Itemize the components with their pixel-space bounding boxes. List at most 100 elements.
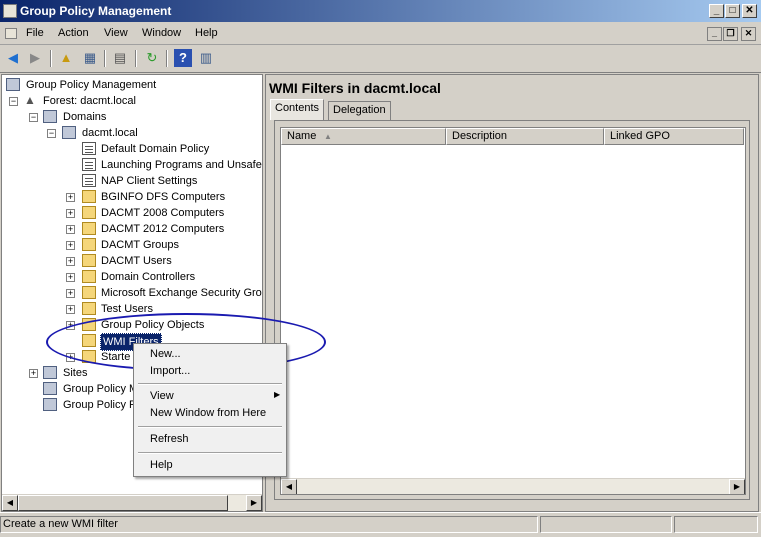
- tree-item-label: Sites: [63, 367, 88, 379]
- scroll-right-icon[interactable]: ▶: [246, 495, 262, 511]
- back-arrow-icon[interactable]: ◀: [4, 49, 22, 67]
- collapse-domains-icon[interactable]: −: [29, 113, 38, 122]
- expand-ou-icon[interactable]: +: [66, 225, 75, 234]
- tree-item-label: Forest: dacmt.local: [43, 95, 136, 107]
- scroll-right-icon[interactable]: ▶: [729, 479, 745, 494]
- column-header-linked-gpo[interactable]: Linked GPO: [604, 128, 744, 145]
- ou-folder-icon: [82, 238, 96, 251]
- collapse-forest-icon[interactable]: −: [9, 97, 18, 106]
- ou-folder-icon: [82, 286, 96, 299]
- menu-bar: File Action View Window Help _ ❐ ✕: [0, 23, 761, 45]
- tree-item-label: Default Domain Policy: [101, 143, 210, 155]
- help-icon[interactable]: ?: [174, 49, 192, 67]
- sort-ascending-icon: ▲: [324, 132, 332, 141]
- expand-ou-icon[interactable]: +: [66, 273, 75, 282]
- gpo-link-icon: [82, 142, 96, 155]
- tree-item-label: Test Users: [101, 303, 153, 315]
- tree-item-label: Group Policy M: [63, 383, 139, 395]
- scroll-left-icon[interactable]: ◀: [281, 479, 297, 494]
- menu-separator: [138, 452, 282, 454]
- menu-file[interactable]: File: [26, 27, 44, 39]
- expand-starter-icon[interactable]: +: [66, 353, 75, 362]
- ou-folder-icon: [82, 190, 96, 203]
- list-horizontal-scrollbar[interactable]: ◀ ▶: [281, 478, 745, 494]
- child-restore-button[interactable]: ❐: [723, 27, 738, 41]
- maximize-button[interactable]: □: [725, 4, 740, 18]
- expand-gpo-objects-icon[interactable]: +: [66, 321, 75, 330]
- forest-icon: ▲: [24, 93, 36, 107]
- menu-item-help[interactable]: Help: [150, 459, 173, 471]
- tree-item-label: Domains: [63, 111, 107, 123]
- menu-item-new-window[interactable]: New Window from Here: [150, 407, 266, 419]
- menu-separator: [138, 426, 282, 428]
- wmi-filters-icon: [82, 334, 96, 347]
- context-menu: New... Import... View ▶ New Window from …: [133, 343, 287, 477]
- gpo-container-icon: [82, 318, 96, 331]
- tree-item-label: DACMT 2012 Computers: [101, 223, 225, 235]
- tree-item-label: Group Policy R: [63, 399, 137, 411]
- tree-item-label: Starte: [101, 351, 131, 363]
- expand-ou-icon[interactable]: +: [66, 289, 75, 298]
- tree-item-label: Group Policy Objects: [101, 319, 205, 331]
- up-folder-icon[interactable]: ▲: [57, 49, 75, 67]
- window-title: Group Policy Management: [20, 4, 172, 18]
- tab-contents[interactable]: Contents: [270, 99, 325, 120]
- toolbar-separator: [104, 50, 106, 67]
- toolbar-separator: [50, 50, 52, 67]
- menu-item-view[interactable]: View: [150, 390, 174, 402]
- column-header-description[interactable]: Description: [446, 128, 604, 145]
- wmi-filter-list[interactable]: Name ▲ Description Linked GPO ◀ ▶: [280, 127, 746, 495]
- close-button[interactable]: ✕: [742, 4, 757, 18]
- expand-ou-icon[interactable]: +: [66, 209, 75, 218]
- collapse-domain-icon[interactable]: −: [47, 129, 56, 138]
- ou-folder-icon: [82, 270, 96, 283]
- ou-folder-icon: [82, 302, 96, 315]
- expand-ou-icon[interactable]: +: [66, 305, 75, 314]
- menu-view[interactable]: View: [104, 27, 128, 39]
- menu-item-import[interactable]: Import...: [150, 365, 190, 377]
- details-pane: WMI Filters in dacmt.local Contents Dele…: [265, 74, 759, 512]
- forward-arrow-icon[interactable]: ▶: [26, 49, 44, 67]
- tree-item-label: DACMT Users: [101, 255, 172, 267]
- toolbar: ◀ ▶ ▲ ▦ ▤ ↻ ? ▥: [0, 45, 761, 73]
- results-icon: [43, 398, 57, 411]
- tree-item-label: Launching Programs and Unsafe: [101, 159, 262, 171]
- expand-ou-icon[interactable]: +: [66, 241, 75, 250]
- menu-help[interactable]: Help: [195, 27, 218, 39]
- menu-item-new[interactable]: New...: [150, 348, 181, 360]
- tab-delegation[interactable]: Delegation: [328, 101, 391, 120]
- submenu-arrow-icon: ▶: [274, 390, 281, 399]
- tree-horizontal-scrollbar[interactable]: ◀ ▶: [2, 494, 262, 511]
- starter-gpo-icon: [82, 350, 96, 363]
- status-bar: Create a new WMI filter: [0, 512, 761, 537]
- properties-icon[interactable]: ▤: [111, 49, 129, 67]
- menu-action[interactable]: Action: [58, 27, 89, 39]
- refresh-icon[interactable]: ↻: [143, 49, 161, 67]
- expand-ou-icon[interactable]: +: [66, 257, 75, 266]
- child-close-button[interactable]: ✕: [741, 27, 756, 41]
- show-hide-tree-icon[interactable]: ▦: [81, 49, 99, 67]
- gpo-link-icon: [82, 158, 96, 171]
- app-icon: [3, 4, 17, 18]
- menu-window[interactable]: Window: [142, 27, 181, 39]
- tree-item-label: Microsoft Exchange Security Grou: [101, 287, 263, 299]
- status-panel: [540, 516, 672, 533]
- expand-sites-icon[interactable]: +: [29, 369, 38, 378]
- minimize-button[interactable]: _: [709, 4, 724, 18]
- scroll-left-icon[interactable]: ◀: [2, 495, 18, 511]
- column-header-name[interactable]: Name ▲: [281, 128, 446, 145]
- gpo-link-icon: [82, 174, 96, 187]
- action-pane-icon[interactable]: ▥: [197, 49, 215, 67]
- child-minimize-button[interactable]: _: [707, 27, 722, 41]
- mmc-icon: [5, 28, 17, 39]
- title-bar: Group Policy Management _ □ ✕: [0, 0, 761, 22]
- status-panel: [674, 516, 758, 533]
- gpm-console-icon: [6, 78, 20, 91]
- scroll-thumb[interactable]: [18, 495, 228, 511]
- tree-item-label: DACMT 2008 Computers: [101, 207, 225, 219]
- expand-ou-icon[interactable]: +: [66, 193, 75, 202]
- modeling-icon: [43, 382, 57, 395]
- menu-item-refresh[interactable]: Refresh: [150, 433, 189, 445]
- sites-icon: [43, 366, 57, 379]
- ou-folder-icon: [82, 254, 96, 267]
